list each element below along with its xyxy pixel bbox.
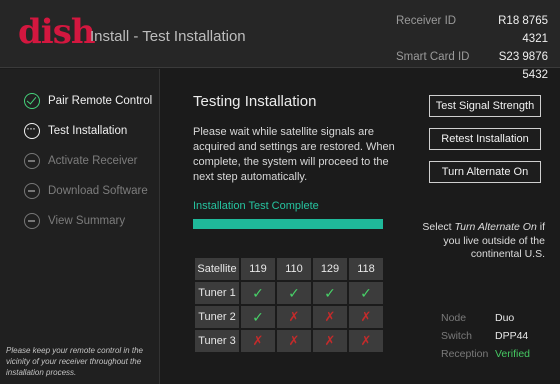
tuner-label: Tuner 2	[195, 306, 239, 328]
signal-result-cell: ✓	[241, 282, 275, 304]
step-pair-remote: Pair Remote Control	[24, 93, 152, 109]
node-label: Node	[441, 312, 467, 324]
table-row: Tuner 3 ✗ ✗ ✗ ✗	[195, 330, 383, 352]
x-icon: ✗	[288, 333, 300, 348]
signal-result-cell: ✗	[241, 330, 275, 352]
turn-alternate-on-button[interactable]: Turn Alternate On	[429, 161, 541, 183]
step-download-software: Download Software	[24, 183, 148, 199]
reception-label: Reception	[441, 348, 489, 360]
section-description: Please wait while satellite signals are …	[193, 126, 395, 183]
dish-logo: dish	[18, 12, 96, 52]
check-icon: ✓	[288, 284, 300, 301]
signal-result-cell: ✓	[241, 306, 275, 328]
step-activate-receiver: Activate Receiver	[24, 153, 137, 169]
install-steps-sidebar: Pair Remote Control Test Installation Ac…	[0, 69, 160, 384]
signal-result-cell: ✗	[349, 306, 383, 328]
tuner-label: Tuner 1	[195, 282, 239, 304]
step-label: Pair Remote Control	[48, 95, 153, 107]
x-icon: ✗	[360, 309, 372, 324]
satellite-header: Satellite	[195, 258, 239, 280]
x-icon: ✗	[252, 333, 264, 348]
alternate-note-emphasis: Turn Alternate On	[454, 221, 537, 233]
satellite-number: 110	[277, 258, 311, 280]
signal-result-cell: ✗	[277, 330, 311, 352]
signal-table: Satellite 119 110 129 118 Tuner 1 ✓ ✓ ✓ …	[193, 256, 385, 354]
alternate-note-prefix: Select	[422, 221, 455, 233]
progress-bar	[193, 219, 383, 229]
x-icon: ✗	[324, 333, 336, 348]
table-row: Tuner 1 ✓ ✓ ✓ ✓	[195, 282, 383, 304]
pending-circle-icon	[24, 153, 40, 169]
step-label: Download Software	[48, 185, 148, 197]
satellite-number: 118	[349, 258, 383, 280]
step-label: View Summary	[48, 215, 126, 227]
x-icon: ✗	[324, 309, 336, 324]
signal-result-cell: ✗	[349, 330, 383, 352]
tuner-label: Tuner 3	[195, 330, 239, 352]
connection-status: Node Duo Switch DPP44 Reception Verified	[441, 309, 530, 363]
section-title: Testing Installation	[193, 93, 317, 110]
in-progress-icon	[24, 121, 40, 139]
check-icon: ✓	[252, 284, 264, 301]
test-signal-strength-button[interactable]: Test Signal Strength	[429, 95, 541, 117]
check-icon: ✓	[360, 284, 372, 301]
receiver-id-value: R18 8765 4321	[498, 15, 548, 45]
receiver-id-label: Receiver ID	[396, 15, 457, 27]
signal-result-cell: ✓	[349, 282, 383, 304]
step-view-summary: View Summary	[24, 213, 125, 229]
signal-result-cell: ✓	[313, 282, 347, 304]
remote-help-note: Please keep your remote control in the v…	[6, 346, 143, 377]
table-header-row: Satellite 119 110 129 118	[195, 258, 383, 280]
retest-installation-button[interactable]: Retest Installation	[429, 128, 541, 150]
x-icon: ✗	[360, 333, 372, 348]
signal-result-cell: ✗	[313, 306, 347, 328]
switch-label: Switch	[441, 330, 472, 342]
progress-fill	[193, 219, 383, 229]
check-circle-icon	[24, 93, 40, 109]
pending-circle-icon	[24, 213, 40, 229]
test-status-label: Installation Test Complete	[193, 200, 319, 212]
signal-result-cell: ✓	[277, 282, 311, 304]
step-label: Activate Receiver	[48, 155, 138, 167]
signal-result-cell: ✗	[277, 306, 311, 328]
switch-value: DPP44	[495, 330, 529, 342]
step-test-installation: Test Installation	[24, 121, 128, 139]
x-icon: ✗	[288, 309, 300, 324]
header-bar: dish Install - Test Installation Receive…	[0, 0, 560, 81]
satellite-number: 119	[241, 258, 275, 280]
reception-value: Verified	[495, 348, 531, 360]
alternate-note: Select Turn Alternate On if you live out…	[413, 221, 545, 262]
step-label: Test Installation	[48, 125, 128, 137]
satellite-number: 129	[313, 258, 347, 280]
main-panel: Testing Installation Please wait while s…	[161, 69, 560, 384]
check-icon: ✓	[252, 308, 264, 325]
check-icon: ✓	[324, 284, 336, 301]
page-title: Install - Test Installation	[90, 28, 246, 45]
node-value: Duo	[495, 312, 515, 324]
signal-result-cell: ✗	[313, 330, 347, 352]
table-row: Tuner 2 ✓ ✗ ✗ ✗	[195, 306, 383, 328]
pending-circle-icon	[24, 183, 40, 199]
